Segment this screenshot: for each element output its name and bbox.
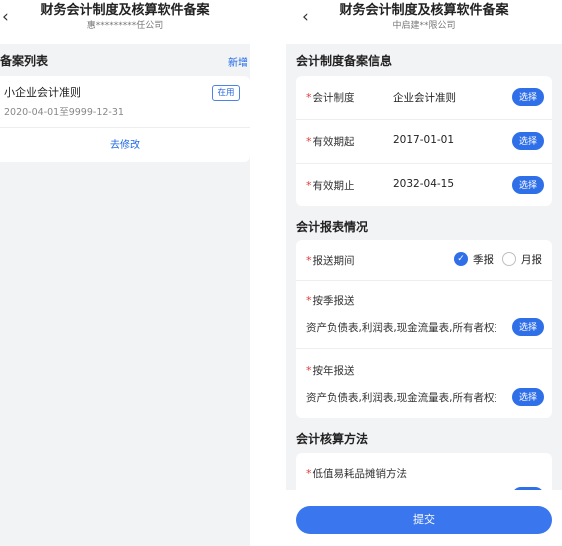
- select-button[interactable]: 选择: [512, 176, 544, 194]
- divider: [0, 127, 250, 128]
- submit-bar: 提交: [286, 490, 562, 546]
- row-end-date: *有效期止 2032-04-15 选择: [296, 164, 552, 206]
- list-header: 备案列表 新增: [0, 44, 250, 76]
- field-label: *按年报送: [306, 364, 355, 377]
- field-label: *低值易耗品摊销方法: [306, 467, 407, 480]
- row-quarterly-report: *按季报送 资产负债表,利润表,现金流量表,所有者权益变动表 选择: [296, 281, 552, 348]
- record-list-screen: ‹ 财务会计制度及核算软件备案 惠*********任公司 备案列表 新增 小企…: [0, 0, 250, 546]
- radio-label[interactable]: 季报: [473, 252, 494, 267]
- row-low-value-amortization: *低值易耗品摊销方法: [296, 453, 552, 490]
- section-title-method: 会计核算方法: [296, 432, 369, 446]
- page-title: 财务会计制度及核算软件备案: [40, 3, 210, 18]
- row-start-date: *有效期起 2017-01-01 选择: [296, 120, 552, 163]
- start-date-value: 2017-01-01: [393, 134, 455, 146]
- radio-quarterly[interactable]: ✓: [454, 252, 468, 266]
- record-date-range: 2020-04-01至9999-12-31: [4, 107, 124, 118]
- record-name: 小企业会计准则: [4, 86, 81, 99]
- filing-form-screen: ‹ 财务会计制度及核算软件备案 中启建**限公司 会计制度备案信息 *会计制度 …: [286, 0, 562, 546]
- row-report-period: *报送期间 ✓ 季报 月报: [296, 240, 552, 280]
- field-label: *有效期起: [306, 135, 355, 148]
- quarterly-report-value: 资产负债表,利润表,现金流量表,所有者权益变动表: [306, 322, 496, 334]
- field-label: *会计制度: [306, 91, 355, 104]
- method-card: *低值易耗品摊销方法: [296, 453, 552, 490]
- end-date-value: 2032-04-15: [393, 178, 455, 190]
- accounting-system-value: 企业会计准则: [393, 92, 456, 104]
- radio-monthly[interactable]: [502, 252, 516, 266]
- select-button[interactable]: 选择: [512, 88, 544, 106]
- yearly-report-value: 资产负债表,利润表,现金流量表,所有者权益变动表: [306, 392, 496, 404]
- field-label: *按季报送: [306, 294, 355, 307]
- report-card: *报送期间 ✓ 季报 月报 *按季报送 资产负债表,利润表,现金流量表,所有者权…: [296, 240, 552, 418]
- form-content: 会计制度备案信息 *会计制度 企业会计准则 选择 *有效期起 2017-01-0…: [286, 44, 562, 490]
- select-button[interactable]: 选择: [512, 132, 544, 150]
- field-label: *报送期间: [306, 254, 355, 267]
- nav-bar: ‹ 财务会计制度及核算软件备案 中启建**限公司: [286, 0, 562, 44]
- list-title: 备案列表: [0, 54, 49, 68]
- system-info-card: *会计制度 企业会计准则 选择 *有效期起 2017-01-01 选择 *有效期…: [296, 76, 552, 206]
- add-button[interactable]: 新增: [228, 54, 248, 69]
- record-card: 小企业会计准则 2020-04-01至9999-12-31 在用 去修改: [0, 76, 250, 162]
- row-accounting-system: *会计制度 企业会计准则 选择: [296, 76, 552, 119]
- select-button[interactable]: 选择: [512, 388, 544, 406]
- edit-link[interactable]: 去修改: [0, 136, 250, 151]
- status-badge: 在用: [212, 85, 240, 101]
- company-name: 中启建**限公司: [392, 21, 456, 31]
- section-title-system: 会计制度备案信息: [296, 54, 393, 68]
- field-label: *有效期止: [306, 179, 355, 192]
- submit-button[interactable]: 提交: [296, 506, 552, 534]
- period-radio-group: ✓ 季报 月报: [454, 251, 542, 267]
- company-name: 惠*********任公司: [86, 21, 164, 31]
- row-yearly-report: *按年报送 资产负债表,利润表,现金流量表,所有者权益变动表 选择: [296, 349, 552, 418]
- radio-label[interactable]: 月报: [521, 252, 542, 267]
- section-title-report: 会计报表情况: [296, 220, 369, 234]
- select-button[interactable]: 选择: [512, 318, 544, 336]
- page-title: 财务会计制度及核算软件备案: [339, 3, 509, 18]
- nav-bar: ‹ 财务会计制度及核算软件备案 惠*********任公司: [0, 0, 250, 44]
